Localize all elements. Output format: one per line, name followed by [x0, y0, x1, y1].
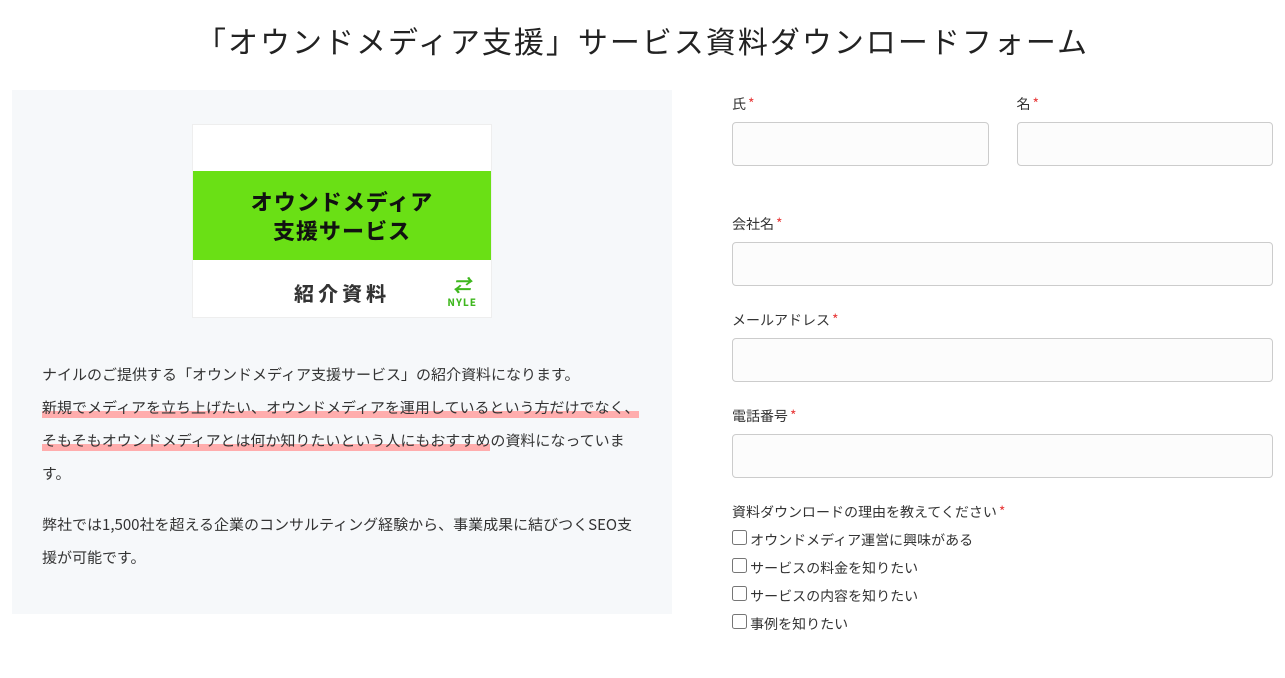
document-cover: オウンドメディア 支援サービス 紹介資料 ⇄ NYLE — [192, 124, 492, 318]
first-name-input[interactable] — [1017, 122, 1274, 166]
required-mark: * — [999, 502, 1006, 522]
email-label: メールアドレス* — [732, 310, 1273, 330]
reason-option-label: サービスの料金を知りたい — [750, 558, 918, 578]
brand-logo: ⇄ NYLE — [447, 276, 477, 309]
reason-options: オウンドメディア運営に興味がある サービスの料金を知りたい サービスの内容を知り… — [732, 530, 1273, 634]
page-title: 「オウンドメディア支援」サービス資料ダウンロードフォーム — [12, 18, 1273, 62]
required-mark: * — [776, 214, 783, 234]
first-name-label: 名* — [1017, 94, 1274, 114]
desc-p1a: ナイルのご提供する「オウンドメディア支援サービス」の紹介資料になります。 — [42, 364, 579, 385]
phone-label: 電話番号* — [732, 406, 1273, 426]
reason-checkbox[interactable] — [732, 614, 747, 629]
reason-option[interactable]: 事例を知りたい — [732, 614, 1273, 634]
cover-line-2: 支援サービス — [199, 216, 485, 245]
reason-option-label: サービスの内容を知りたい — [750, 586, 918, 606]
logo-text: NYLE — [447, 294, 477, 309]
logo-mark-icon: ⇄ — [447, 276, 477, 294]
last-name-label: 氏* — [732, 94, 989, 114]
required-mark: * — [1033, 94, 1040, 114]
reason-option[interactable]: サービスの内容を知りたい — [732, 586, 1273, 606]
reason-checkbox[interactable] — [732, 586, 747, 601]
required-mark: * — [790, 406, 797, 426]
desc-p2: 弊社では1,500社を超える企業のコンサルティング経験から、事業成果に結びつくS… — [42, 508, 642, 574]
required-mark: * — [748, 94, 755, 114]
reason-option[interactable]: サービスの料金を知りたい — [732, 558, 1273, 578]
cover-subtitle: 紹介資料 — [193, 278, 491, 307]
reason-checkbox[interactable] — [732, 530, 747, 545]
reason-option-label: 事例を知りたい — [750, 614, 848, 634]
phone-input[interactable] — [732, 434, 1273, 478]
required-mark: * — [832, 310, 839, 330]
company-input[interactable] — [732, 242, 1273, 286]
download-form: 氏* 名* 会社名* メールアドレス* 電話番号* 資料ダウンロードの理由を教え… — [732, 90, 1273, 658]
reason-option[interactable]: オウンドメディア運営に興味がある — [732, 530, 1273, 550]
email-input[interactable] — [732, 338, 1273, 382]
info-panel: オウンドメディア 支援サービス 紹介資料 ⇄ NYLE ナイルのご提供する「オウ… — [12, 90, 672, 614]
reason-checkbox[interactable] — [732, 558, 747, 573]
cover-line-1: オウンドメディア — [199, 187, 485, 216]
reason-option-label: オウンドメディア運営に興味がある — [750, 530, 973, 550]
reason-label: 資料ダウンロードの理由を教えてください* — [732, 502, 1273, 522]
last-name-input[interactable] — [732, 122, 989, 166]
company-label: 会社名* — [732, 214, 1273, 234]
description: ナイルのご提供する「オウンドメディア支援サービス」の紹介資料になります。 新規で… — [42, 358, 642, 574]
